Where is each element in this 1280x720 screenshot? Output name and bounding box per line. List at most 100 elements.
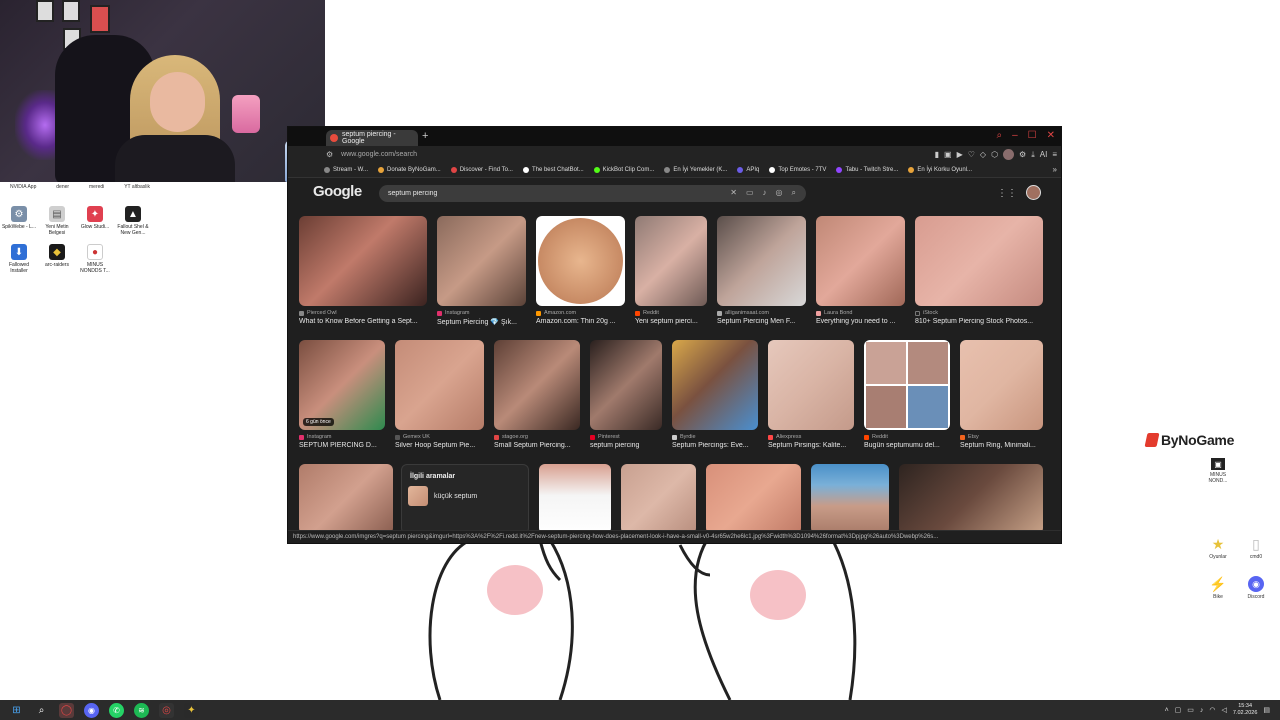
desktop-icon-glow-studio[interactable]: ✦ Glow Studi... bbox=[76, 206, 114, 236]
keyboard-icon[interactable]: ▭ bbox=[746, 188, 754, 198]
google-apps-icon[interactable]: ⋮⋮ bbox=[997, 188, 1017, 199]
image-result[interactable] bbox=[539, 464, 611, 531]
url-field[interactable]: www.google.com/search bbox=[341, 151, 417, 158]
result-source[interactable]: iStock bbox=[915, 310, 1043, 316]
search-icon[interactable]: ⌕ bbox=[34, 703, 49, 718]
bookmark-item[interactable]: Stream - W... bbox=[324, 167, 368, 173]
image-result[interactable]: Reddit Yeni septum pierci... bbox=[635, 216, 707, 325]
result-thumbnail[interactable] bbox=[864, 340, 950, 430]
image-result[interactable]: alliganimsaat.com Septum Piercing Men F.… bbox=[717, 216, 806, 325]
spotify-icon[interactable]: ≋ bbox=[134, 702, 149, 718]
account-avatar[interactable] bbox=[1026, 185, 1041, 200]
lens-icon[interactable]: ◎ bbox=[776, 188, 783, 198]
image-result[interactable]: iStock 810+ Septum Piercing Stock Photos… bbox=[915, 216, 1043, 325]
result-thumbnail[interactable] bbox=[539, 464, 611, 531]
result-thumbnail[interactable] bbox=[536, 216, 625, 306]
result-thumbnail[interactable] bbox=[768, 340, 854, 430]
battery-icon[interactable]: ▭ bbox=[1187, 706, 1194, 714]
result-caption[interactable]: Small Septum Piercing... bbox=[494, 442, 580, 449]
bookmarks-overflow-icon[interactable]: » bbox=[1053, 165, 1057, 174]
result-source[interactable]: Instagram bbox=[437, 310, 526, 316]
notifications-icon[interactable]: ▤ bbox=[1263, 706, 1270, 714]
bookmark-item[interactable]: Discover - Find To... bbox=[450, 167, 513, 173]
result-thumbnail[interactable] bbox=[811, 464, 889, 531]
desktop-icon-bike[interactable]: ⚡ Bike bbox=[1200, 576, 1236, 601]
result-caption[interactable]: Yeni septum pierci... bbox=[635, 318, 707, 325]
desktop-label[interactable]: dener bbox=[56, 184, 69, 190]
desktop-label[interactable]: NVIDIA App bbox=[10, 184, 36, 190]
minimize-button[interactable]: – bbox=[1012, 130, 1018, 141]
profile-avatar[interactable] bbox=[1003, 149, 1015, 160]
google-logo[interactable]: Google bbox=[313, 183, 362, 200]
download-icon[interactable]: ⤓ bbox=[1031, 150, 1035, 160]
result-caption[interactable]: Bugün septumumu del... bbox=[864, 442, 950, 449]
result-caption[interactable]: Septum Pirsings: Kalite... bbox=[768, 442, 854, 449]
result-thumbnail[interactable] bbox=[915, 216, 1043, 306]
chevron-up-icon[interactable]: ˄ bbox=[1165, 707, 1169, 714]
result-caption[interactable]: SEPTUM PIERCING D... bbox=[299, 442, 385, 449]
result-source[interactable]: Pierced Owl bbox=[299, 310, 427, 316]
clock[interactable]: 15:34 7.02.2026 bbox=[1233, 703, 1257, 717]
search-input[interactable] bbox=[388, 190, 688, 197]
result-caption[interactable]: septum piercing bbox=[590, 442, 662, 449]
result-source[interactable]: Reddit bbox=[864, 434, 950, 440]
result-caption[interactable]: What to Know Before Getting a Sept... bbox=[299, 318, 427, 325]
bookmark-item[interactable]: Top Emotes - 7TV bbox=[769, 167, 826, 173]
image-result[interactable] bbox=[899, 464, 1043, 531]
image-result[interactable]: Laura Bond Everything you need to ... bbox=[816, 216, 905, 325]
search-tabs-icon[interactable]: ⌕ bbox=[996, 130, 1002, 141]
result-thumbnail[interactable] bbox=[672, 340, 758, 430]
result-source[interactable]: stagoe.org bbox=[494, 434, 580, 440]
result-thumbnail[interactable] bbox=[960, 340, 1043, 430]
image-result[interactable] bbox=[621, 464, 696, 531]
bookmark-item[interactable]: En İyi Korku Oyunl... bbox=[908, 167, 972, 173]
result-caption[interactable]: Septum Ring, Minimali... bbox=[960, 442, 1043, 449]
opera-icon[interactable]: ◯ bbox=[59, 702, 74, 718]
result-source[interactable]: Byrdie bbox=[672, 434, 758, 440]
result-thumbnail[interactable] bbox=[437, 216, 526, 306]
related-search-item[interactable]: küçük septum bbox=[408, 486, 528, 506]
result-caption[interactable]: Everything you need to ... bbox=[816, 318, 905, 325]
bookmark-item[interactable]: En İyi Yemekler (K... bbox=[664, 167, 727, 173]
image-result[interactable]: Aliexpress Septum Pirsings: Kalite... bbox=[768, 340, 854, 449]
image-result[interactable]: Reddit Bugün septumumu del... bbox=[864, 340, 950, 449]
result-source[interactable]: Laura Bond bbox=[816, 310, 905, 316]
result-thumbnail[interactable] bbox=[706, 464, 801, 531]
desktop-icon-minus[interactable]: ● MINUS NONDDS T... bbox=[76, 244, 114, 274]
tab-google-search[interactable]: septum piercing - Google bbox=[326, 130, 418, 146]
result-thumbnail[interactable] bbox=[899, 464, 1043, 531]
result-thumbnail[interactable] bbox=[816, 216, 905, 306]
volume-icon[interactable]: ◁ bbox=[1222, 706, 1227, 714]
result-source[interactable]: Pinterest bbox=[590, 434, 662, 440]
bookmark-item[interactable]: Donate ByNoGam... bbox=[378, 167, 441, 173]
desktop-icon-installer[interactable]: ⬇ Fallowed Installer bbox=[0, 244, 38, 274]
shield-icon[interactable]: ◇ bbox=[980, 150, 986, 159]
ai-icon[interactable]: AI bbox=[1040, 150, 1048, 159]
desktop-icon-minus-right[interactable]: ▣ MINUS NOND... bbox=[1200, 458, 1236, 484]
result-thumbnail[interactable] bbox=[395, 340, 484, 430]
image-result[interactable]: Pierced Owl What to Know Before Getting … bbox=[299, 216, 427, 325]
desktop-icon-text-document[interactable]: ▤ Yeni Metin Belgesi bbox=[38, 206, 76, 236]
maximize-button[interactable]: ☐ bbox=[1028, 130, 1037, 141]
result-source[interactable]: Reddit bbox=[635, 310, 707, 316]
result-thumbnail[interactable] bbox=[299, 464, 393, 531]
menu-icon[interactable]: ≡ bbox=[1052, 150, 1057, 159]
result-source[interactable]: Instagram bbox=[299, 434, 385, 440]
whatsapp-icon[interactable]: ✆ bbox=[109, 702, 124, 718]
image-result[interactable] bbox=[706, 464, 801, 531]
image-result[interactable]: Pinterest septum piercing bbox=[590, 340, 662, 449]
wifi-icon[interactable]: ◠ bbox=[1209, 706, 1215, 714]
image-result[interactable]: 6 gün önce Instagram SEPTUM PIERCING D..… bbox=[299, 340, 385, 449]
image-result[interactable]: Byrdie Septum Piercings: Eve... bbox=[672, 340, 758, 449]
site-info-icon[interactable]: ⚙ bbox=[326, 150, 333, 159]
discord-icon[interactable]: ◉ bbox=[84, 702, 99, 718]
result-caption[interactable]: 810+ Septum Piercing Stock Photos... bbox=[915, 318, 1043, 325]
result-thumbnail[interactable]: 6 gün önce bbox=[299, 340, 385, 430]
bookmark-item[interactable]: Tabu - Twitch Stre... bbox=[836, 167, 898, 173]
close-button[interactable]: ✕ bbox=[1047, 130, 1055, 141]
result-source[interactable]: Etsy bbox=[960, 434, 1043, 440]
result-source[interactable]: Aliexpress bbox=[768, 434, 854, 440]
result-caption[interactable]: Silver Hoop Septum Pie... bbox=[395, 442, 484, 449]
result-thumbnail[interactable] bbox=[635, 216, 707, 306]
bookmark-item[interactable]: APIq bbox=[737, 167, 759, 173]
